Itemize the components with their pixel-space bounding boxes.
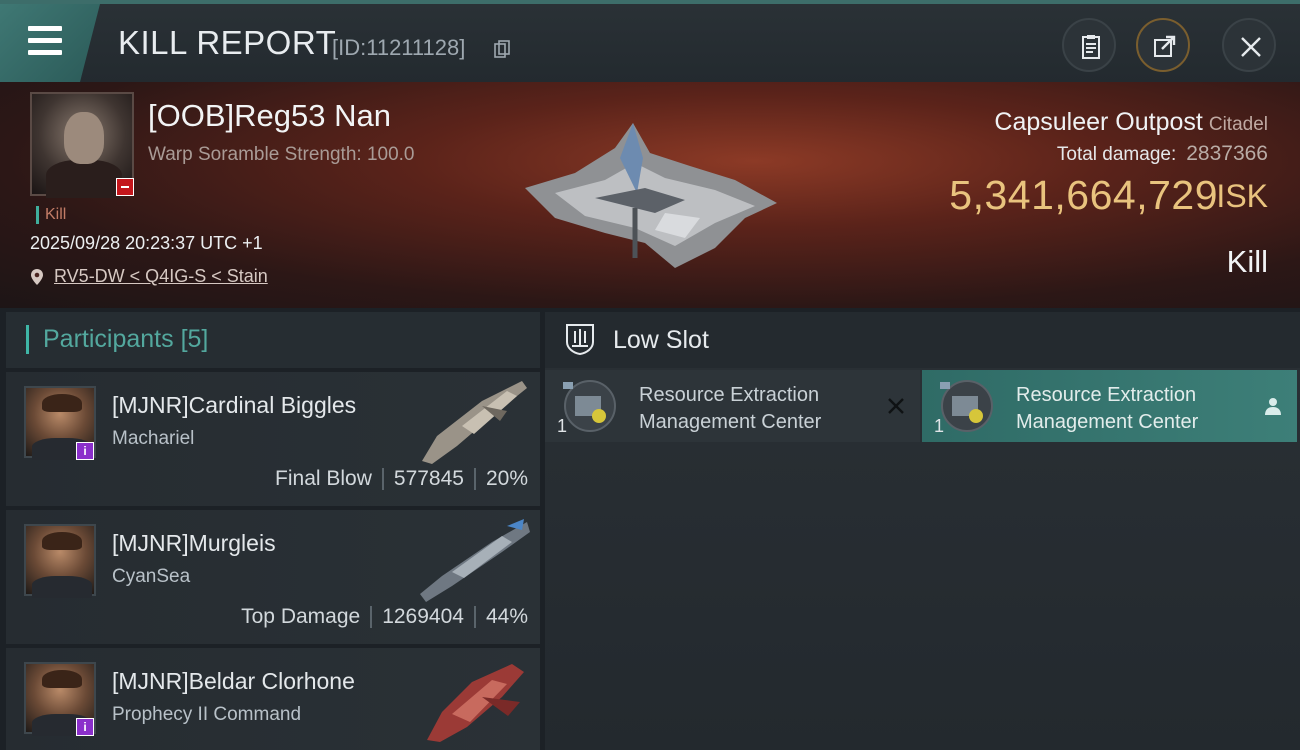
kill-result: Kill [1226,244,1268,279]
module-name-line1: Resource Extraction [639,384,820,406]
participant-ship-image [422,381,527,464]
module-item[interactable]: 1 Resource Extraction Management Center [922,370,1297,442]
share-icon [1154,35,1176,57]
module-name: Resource Extraction Management Center [1016,382,1256,436]
module-name-line2: Management Center [1016,411,1199,433]
victim-structure-image [525,123,777,268]
participants-panel: Participants [5] i [MJNR]Cardinal Biggle… [6,312,540,750]
close-button[interactable] [1222,18,1276,72]
total-damage-value: 2837366 [1186,142,1268,165]
module-name-line1: Resource Extraction [1016,384,1197,406]
participant-ship-image [420,519,530,602]
person-icon [1265,398,1281,415]
standing-badge [116,178,134,196]
participant-ship: CyanSea [112,566,191,587]
participant-row[interactable]: [MJNR]Murgleis CyanSea Top Damage 1269404… [6,510,540,644]
total-damage-label: Total damage: [1056,144,1177,165]
participant-row[interactable]: i [MJNR]Beldar Clorhone Prophecy II Comm… [6,648,540,750]
victim-ship-type[interactable]: Capsuleer Outpost Citadel [994,108,1268,137]
victim-name[interactable]: [OOB]Reg53 Nan [148,98,391,134]
participant-role: Top Damage [241,605,361,628]
copy-icon[interactable] [494,40,510,58]
clipboard-button[interactable] [1062,18,1116,72]
kill-datetime: 2025/09/28 20:23:37 UTC +1 [30,233,263,253]
participant-percent: 44% [485,605,528,628]
participant-ship-image [427,664,524,742]
participant-damage: 1269404 [382,605,464,628]
location-pin-icon [31,268,43,285]
menu-button[interactable] [0,4,100,82]
report-id: [ID:11211128] [332,35,466,60]
isk-value: 5,341,664,729 [949,172,1218,218]
participant-stats: Final Blow 577845 20% [275,467,528,491]
warp-scramble-strength: Warp Soramble Strength: 100.0 [148,144,415,165]
slot-title: Low Slot [613,326,709,354]
slot-header: Low Slot [545,312,1300,368]
menu-icon [28,26,62,56]
slot-panel: Low Slot 1 Resource Extraction Managemen… [545,312,1300,750]
module-quantity: 1 [934,416,945,436]
participant-ship: Prophecy II Command [112,704,302,725]
module-icon [563,380,616,432]
participant-percent: 20% [485,467,528,490]
clipboard-icon [1082,35,1100,59]
victim-ship-name: Capsuleer Outpost [994,108,1203,136]
participant-role: Final Blow [275,467,372,490]
destroyed-icon [888,398,904,414]
participant-avatar[interactable] [24,524,96,598]
location-link[interactable]: RV5-DW < Q4IG-S < Stain [54,266,268,287]
module-name: Resource Extraction Management Center [639,382,879,436]
participant-name[interactable]: [MJNR]Murgleis [112,530,276,557]
participants-header: Participants [5] [6,312,540,368]
kill-location[interactable]: RV5-DW < Q4IG-S < Stain [30,266,268,287]
participant-ship: Machariel [112,428,195,449]
participant-damage: 577845 [393,467,464,490]
victim-ship-class: Citadel [1208,114,1268,135]
kill-tag: Kill [36,206,66,224]
total-damage: Total damage: 2837366 [1057,142,1268,166]
isk-unit: ISK [1216,178,1268,214]
participant-name[interactable]: [MJNR]Cardinal Biggles [112,392,356,419]
module-icon [940,380,993,432]
participants-label: Participants [43,325,174,353]
participant-row[interactable]: i [MJNR]Cardinal Biggles Machariel Final… [6,372,540,506]
low-slot-icon [566,324,594,356]
participants-title: Participants [5] [26,325,208,354]
info-badge-icon: i [76,442,94,460]
page-title: KILL REPORT [118,24,337,61]
participant-stats: Top Damage 1269404 44% [241,605,528,629]
top-bar: KILL REPORT [ID:11211128] [0,0,1300,82]
victim-banner: [OOB]Reg53 Nan Warp Soramble Strength: 1… [0,82,1300,308]
module-name-line2: Management Center [639,411,822,433]
participants-count: [5] [180,325,209,353]
info-badge-icon: i [76,718,94,736]
close-icon [1241,37,1261,57]
module-quantity: 1 [557,416,568,436]
share-button[interactable] [1136,18,1190,72]
module-item[interactable]: 1 Resource Extraction Management Center [545,370,920,442]
participant-name[interactable]: [MJNR]Beldar Clorhone [112,668,355,695]
